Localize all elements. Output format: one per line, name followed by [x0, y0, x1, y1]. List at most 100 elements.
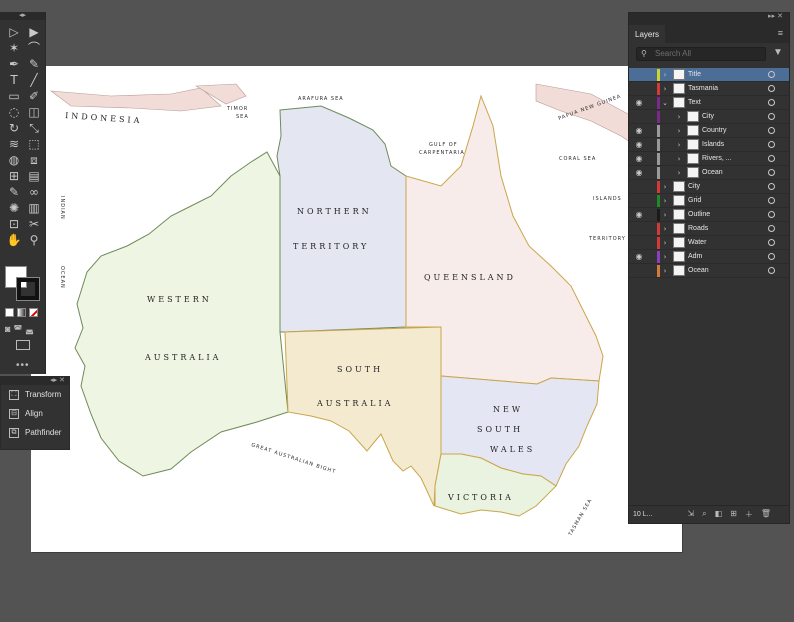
expand-chevron-icon[interactable]: › [674, 113, 684, 121]
scale-icon[interactable]: ⤡ [26, 120, 42, 136]
panel-menu-icon[interactable]: ≡ [772, 28, 789, 43]
lasso-icon[interactable]: ⌒ [26, 40, 42, 56]
draw-inside-icon[interactable]: ◛ [25, 324, 34, 335]
visibility-eye-icon[interactable]: ◉ [629, 126, 649, 135]
layer-row[interactable]: › Ocean [629, 264, 789, 278]
target-circle-icon[interactable] [768, 183, 775, 190]
type-icon[interactable]: T [6, 72, 22, 88]
artboard[interactable]: WESTERN AUSTRALIA NORTHERN TERRITORY QUE… [31, 66, 682, 552]
visibility-eye-icon[interactable]: ◉ [629, 252, 649, 261]
target-circle-icon[interactable] [768, 225, 775, 232]
clipping-mask-icon[interactable]: ◧ [715, 509, 723, 520]
layer-name[interactable]: Tasmania [688, 85, 718, 92]
color-button[interactable] [5, 308, 14, 317]
expand-chevron-icon[interactable]: › [674, 141, 684, 149]
screen-mode-icon[interactable] [16, 340, 30, 350]
expand-chevron-icon[interactable]: › [660, 225, 670, 233]
layer-row[interactable]: ◉ › Islands [629, 138, 789, 152]
layer-row[interactable]: ◉ › Ocean [629, 166, 789, 180]
export-icon[interactable]: ⇲ [687, 509, 694, 520]
expand-chevron-icon[interactable]: › [660, 239, 670, 247]
paintbrush-icon[interactable]: ✐ [26, 88, 42, 104]
expand-chevron-icon[interactable]: › [674, 155, 684, 163]
gradient-button[interactable] [17, 308, 26, 317]
mesh-icon[interactable]: ⊞ [6, 168, 22, 184]
curvature-icon[interactable]: ✎ [26, 56, 42, 72]
zoom-icon[interactable]: ⚲ [26, 232, 42, 248]
layer-name[interactable]: Text [688, 99, 701, 106]
line-icon[interactable]: ╱ [26, 72, 42, 88]
canvas-area[interactable]: WESTERN AUSTRALIA NORTHERN TERRITORY QUE… [0, 0, 794, 622]
shaper-icon[interactable]: ◌ [6, 104, 22, 120]
column-graph-icon[interactable]: ▥ [26, 200, 42, 216]
symbol-sprayer-icon[interactable]: ✺ [6, 200, 22, 216]
tools-panel-grip[interactable]: ◂▸ [0, 12, 45, 20]
layer-name[interactable]: Ocean [702, 169, 723, 176]
more-tools-icon[interactable]: ••• [16, 360, 30, 371]
target-circle-icon[interactable] [768, 239, 775, 246]
shape-builder-icon[interactable]: ◍ [6, 152, 22, 168]
layer-name[interactable]: Title [688, 71, 701, 78]
layer-row[interactable]: ◉ › Country [629, 124, 789, 138]
width-icon[interactable]: ≋ [6, 136, 22, 152]
layer-name[interactable]: Country [702, 127, 727, 134]
layer-row[interactable]: › Water [629, 236, 789, 250]
magic-wand-icon[interactable]: ✶ [6, 40, 22, 56]
target-circle-icon[interactable] [768, 267, 775, 274]
expand-chevron-icon[interactable]: ⌄ [660, 99, 670, 107]
layer-name[interactable]: Adm [688, 253, 702, 260]
layer-name[interactable]: Ocean [688, 267, 709, 274]
pen-icon[interactable]: ✒ [6, 56, 22, 72]
rectangle-icon[interactable]: ▭ [6, 88, 22, 104]
gradient-icon[interactable]: ▤ [26, 168, 42, 184]
target-circle-icon[interactable] [768, 113, 775, 120]
layer-row[interactable]: › City [629, 110, 789, 124]
layer-name[interactable]: Outline [688, 211, 710, 218]
perspective-icon[interactable]: ⧈ [26, 152, 42, 168]
target-circle-icon[interactable] [768, 85, 775, 92]
expand-chevron-icon[interactable]: › [660, 211, 670, 219]
visibility-eye-icon[interactable]: ◉ [629, 154, 649, 163]
layer-name[interactable]: City [702, 113, 714, 120]
eyedropper-icon[interactable]: ✎ [6, 184, 22, 200]
expand-chevron-icon[interactable]: › [660, 197, 670, 205]
delete-icon[interactable]: 🗑 [761, 509, 771, 520]
visibility-eye-icon[interactable]: ◉ [629, 168, 649, 177]
properties-item-pathfinder[interactable]: ⧉ Pathfinder [1, 423, 69, 442]
layer-row[interactable]: ◉ › Adm [629, 250, 789, 264]
draw-normal-icon[interactable]: ◙ [5, 324, 10, 335]
tab-layers[interactable]: Layers [629, 25, 666, 43]
layer-row[interactable]: › City [629, 180, 789, 194]
target-circle-icon[interactable] [768, 99, 775, 106]
none-button[interactable] [29, 308, 38, 317]
layer-row[interactable]: ◉ › Outline [629, 208, 789, 222]
draw-behind-icon[interactable]: ◚ [13, 324, 22, 335]
properties-item-transform[interactable]: ⛶ Transform [1, 385, 69, 404]
layer-name[interactable]: Water [688, 239, 706, 246]
layers-panel-grip[interactable]: ▸▸ ✕ [629, 13, 789, 21]
layer-row[interactable]: ◉ ⌄ Text [629, 96, 789, 110]
target-circle-icon[interactable] [768, 71, 775, 78]
slice-icon[interactable]: ✂ [26, 216, 42, 232]
layer-name[interactable]: Roads [688, 225, 708, 232]
layer-name[interactable]: Rivers, ... [702, 155, 732, 162]
layer-row[interactable]: › Roads [629, 222, 789, 236]
filter-icon[interactable]: ▼ [773, 47, 783, 58]
layer-name[interactable]: City [688, 183, 700, 190]
stroke-swatch[interactable] [16, 277, 40, 301]
layer-name[interactable]: Grid [688, 197, 701, 204]
new-sublayer-icon[interactable]: ⊞ [730, 509, 737, 520]
expand-chevron-icon[interactable]: › [660, 267, 670, 275]
properties-item-align[interactable]: ⊟ Align [1, 404, 69, 423]
new-layer-icon[interactable]: ＋ [745, 509, 753, 520]
target-circle-icon[interactable] [768, 197, 775, 204]
direct-selection-icon[interactable]: ▶ [26, 24, 42, 40]
expand-chevron-icon[interactable]: › [660, 85, 670, 93]
expand-chevron-icon[interactable]: › [660, 183, 670, 191]
visibility-eye-icon[interactable]: ◉ [629, 140, 649, 149]
target-circle-icon[interactable] [768, 169, 775, 176]
target-circle-icon[interactable] [768, 141, 775, 148]
expand-chevron-icon[interactable]: › [660, 71, 670, 79]
layer-row[interactable]: › Grid [629, 194, 789, 208]
eraser-icon[interactable]: ◫ [26, 104, 42, 120]
